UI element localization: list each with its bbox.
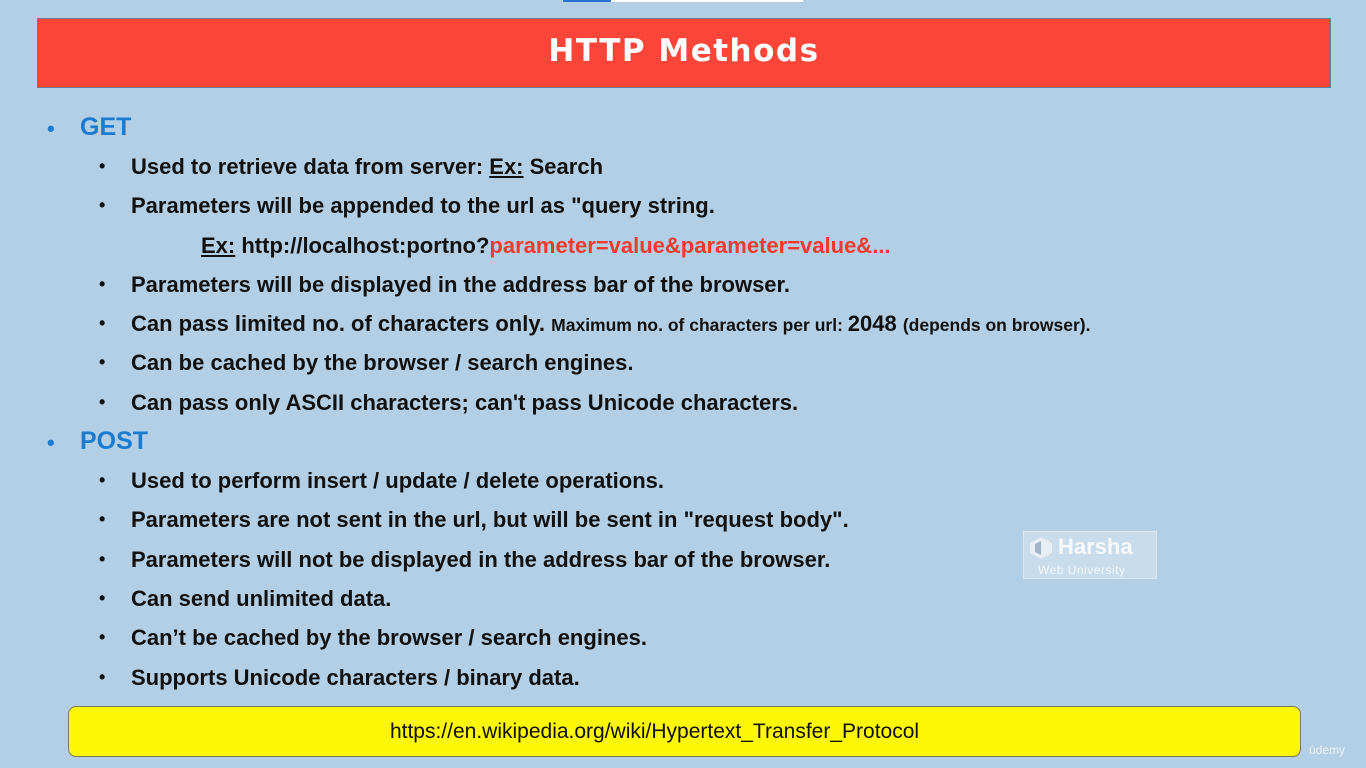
udemy-watermark: ûdemy [1309, 743, 1346, 757]
list-item-text: Parameters will be appended to the url a… [131, 193, 715, 219]
text-segment: Parameters are not sent in the url, but … [131, 507, 849, 533]
list-item: • Can be cached by the browser / search e… [0, 343, 1366, 382]
text-segment: 2048 [847, 311, 903, 337]
text-segment: Parameters will not be displayed in the … [131, 546, 831, 572]
bullet-icon: • [99, 470, 106, 491]
text-segment: Used to retrieve data from server: [131, 154, 490, 179]
list-item-text: Ex: http://localhost:portno?parameter=va… [201, 233, 891, 259]
page-title: HTTP Methods [548, 33, 820, 69]
list-item-text: Can pass only ASCII characters; can't pa… [131, 390, 798, 416]
bullet-icon: • [47, 116, 55, 141]
text-segment: parameter=value&parameter=value&... [489, 232, 891, 258]
list-item-text: Supports Unicode characters / binary dat… [131, 665, 580, 691]
text-segment: Ex: [201, 232, 236, 258]
watermark-subtitle: Web University [1038, 563, 1126, 577]
text-segment: http://localhost:portno? [235, 232, 490, 258]
list-item: • Used to perform insert / update / delet… [0, 461, 1366, 500]
list-item: • Can’t be cached by the browser / search… [0, 618, 1366, 657]
harsha-logo-icon [1030, 537, 1052, 559]
title-bar: HTTP Methods [37, 18, 1331, 88]
bullet-icon: • [99, 509, 106, 530]
bullet-icon: • [99, 195, 106, 216]
list-item: • Parameters will be appended to the url … [0, 186, 1366, 225]
watermark-name: Harsha [1058, 534, 1133, 559]
text-segment: Can’t be cached by the browser / search … [131, 625, 647, 651]
list-item: • Can pass only ASCII characters; can't p… [0, 383, 1366, 422]
list-item: • Used to retrieve data from server: Ex: … [0, 147, 1366, 186]
text-segment: Parameters will be appended to the url a… [131, 193, 715, 219]
list-item: • Parameters will be displayed in the add… [0, 265, 1366, 304]
text-segment: Parameters will be displayed in the addr… [131, 271, 791, 297]
bullet-icon: • [99, 273, 106, 294]
slide: HTTP Methods • GET • Used to retrieve data … [0, 0, 1366, 768]
bullet-icon: • [99, 587, 106, 608]
watermark: Harsha Web University [1023, 531, 1157, 579]
list-item: • Parameters will not be displayed in the… [0, 540, 1366, 579]
bullet-icon: • [99, 313, 106, 334]
list-item: • Parameters are not sent in the url, but… [0, 500, 1366, 539]
content-area: • GET • Used to retrieve data from server: … [0, 108, 1366, 697]
list-item-text: Used to perform insert / update / delete… [131, 468, 664, 494]
section-heading-row: • POST [0, 422, 1366, 461]
bullet-icon: • [99, 627, 106, 648]
list-item-text: Parameters will not be displayed in the … [131, 547, 830, 573]
example-line: Ex: http://localhost:portno?parameter=va… [0, 226, 1366, 265]
bullet-icon: • [99, 156, 106, 176]
bullet-icon: • [99, 352, 106, 373]
section-heading: POST [80, 427, 149, 456]
list-item-text: Can send unlimited data. [131, 586, 391, 612]
list-item: • Can pass limited no. of characters only… [0, 304, 1366, 343]
text-segment: Can be cached by the browser / search en… [131, 350, 634, 376]
bullet-icon: • [47, 430, 55, 456]
section-heading: GET [80, 113, 132, 141]
text-segment: Can pass limited no. of characters only. [131, 311, 552, 337]
list-item-text: Can’t be cached by the browser / search … [131, 625, 647, 651]
list-item-text: Used to retrieve data from server: Ex: S… [131, 154, 603, 180]
section-post: • POST • Used to perform insert / update / … [0, 422, 1366, 697]
section-heading-row: • GET [0, 108, 1366, 147]
list-item: • Supports Unicode characters / binary da… [0, 658, 1366, 697]
list-item-text: Parameters will be displayed in the addr… [131, 272, 790, 298]
top-strip-accent [563, 0, 611, 2]
reference-link[interactable]: https://en.wikipedia.org/wiki/Hypertext_… [390, 720, 919, 744]
bullet-icon: • [99, 548, 106, 569]
list-item-text: Can pass limited no. of characters only.… [131, 311, 1090, 337]
section-get: • GET • Used to retrieve data from server: … [0, 108, 1366, 422]
list-item-text: Parameters are not sent in the url, but … [131, 507, 849, 533]
text-segment: Can pass only ASCII characters; can't pa… [131, 389, 799, 415]
text-segment: Search [523, 154, 604, 179]
list-item: • Can send unlimited data. [0, 579, 1366, 618]
text-segment: Supports Unicode characters / binary dat… [131, 664, 580, 690]
list-item-text: Can be cached by the browser / search en… [131, 350, 634, 376]
text-segment: Can send unlimited data. [131, 585, 392, 611]
text-segment: Used to perform insert / update / delete… [131, 468, 664, 494]
top-strip [563, 0, 803, 2]
bullet-icon: • [99, 666, 106, 687]
text-segment: Maximum no. of characters per url: [551, 315, 848, 336]
bullet-icon: • [99, 391, 106, 412]
text-segment: Ex: [489, 154, 524, 179]
link-bar: https://en.wikipedia.org/wiki/Hypertext_… [68, 706, 1301, 757]
text-segment: (depends on browser). [902, 315, 1091, 336]
